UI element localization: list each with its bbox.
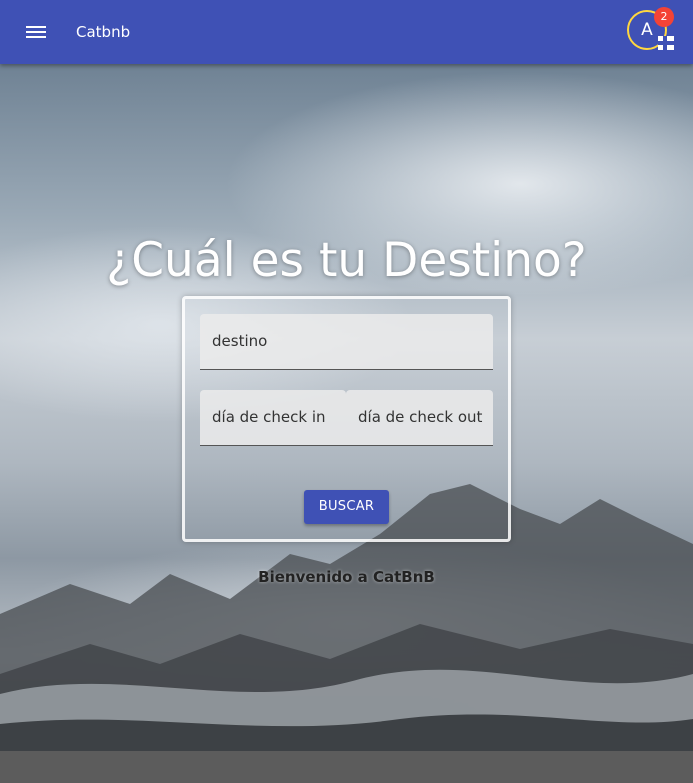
page-title: ¿Cuál es tu Destino?: [106, 233, 587, 288]
flag-icon: [658, 36, 674, 50]
checkin-date-input[interactable]: día de check in: [200, 390, 346, 446]
destino-placeholder: destino: [212, 332, 268, 350]
search-button[interactable]: BUSCAR: [304, 490, 389, 524]
destino-input[interactable]: destino: [200, 314, 493, 370]
checkin-placeholder: día de check in: [212, 408, 326, 426]
welcome-message: Bienvenido a CatBnB: [258, 568, 435, 586]
footer-strip: [0, 751, 693, 783]
checkout-placeholder: día de check out: [358, 408, 483, 426]
app-root: Catbnb A 2 ¿Cuál es tu Destino? destino …: [0, 0, 693, 783]
menu-icon[interactable]: [20, 16, 52, 48]
top-app-bar: Catbnb A 2: [0, 0, 693, 64]
brand-title[interactable]: Catbnb: [76, 21, 130, 43]
notification-badge: 2: [654, 7, 674, 27]
checkout-date-input[interactable]: día de check out: [346, 390, 493, 446]
